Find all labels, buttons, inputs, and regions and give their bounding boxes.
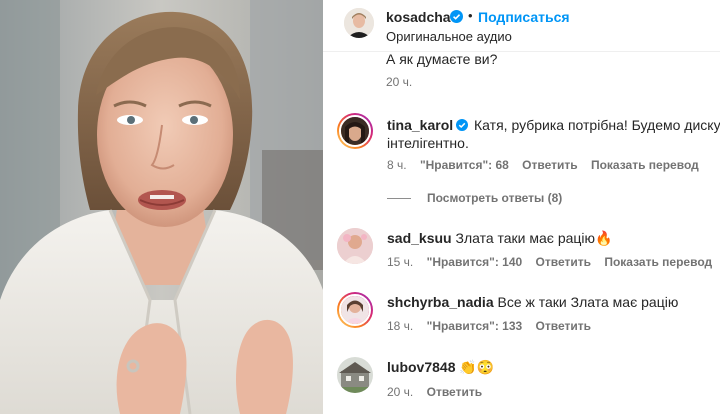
avatar[interactable] [337, 113, 373, 149]
avatar[interactable] [337, 228, 373, 264]
view-replies-button[interactable]: Посмотреть ответы (8) [387, 191, 562, 205]
comment-text: Все ж таки Злата має рацію [497, 294, 679, 310]
comment-time[interactable]: 8 ч. [387, 158, 407, 172]
comment-text: Катя, рубрика потрібна! Будемо дискутува… [474, 117, 720, 133]
comments-list[interactable]: А як думаєте ви? 20 ч. tina_karol Катя, … [323, 0, 720, 414]
comment-username[interactable]: shchyrba_nadia [387, 294, 494, 310]
reply-button[interactable]: Ответить [522, 158, 577, 172]
reply-button[interactable]: Ответить [536, 319, 591, 333]
likes-count[interactable]: "Нравится": 133 [427, 319, 523, 333]
comment-username[interactable]: sad_ksuu [387, 230, 452, 246]
video-frame [0, 0, 323, 414]
comment-time[interactable]: 15 ч. [387, 255, 413, 269]
likes-count[interactable]: "Нравится": 140 [427, 255, 523, 269]
comment-username[interactable]: tina_karol [387, 117, 453, 133]
comment-text-continued: інтелігентно. [387, 135, 469, 151]
avatar[interactable] [337, 292, 373, 328]
reply-button[interactable]: Ответить [427, 385, 482, 399]
author-avatar[interactable] [344, 8, 374, 38]
previous-comment-text: А як думаєте ви? [386, 51, 498, 67]
comment-text: 👏😳 [459, 359, 495, 375]
separator-dot: • [468, 8, 473, 23]
comments-panel: А як думаєте ви? 20 ч. tina_karol Катя, … [323, 0, 720, 414]
translate-button[interactable]: Показать перевод [591, 158, 699, 172]
replies-divider [387, 198, 411, 200]
author-username[interactable]: kosadcha [386, 9, 451, 25]
comment-time[interactable]: 20 ч. [387, 385, 413, 399]
likes-count[interactable]: "Нравится": 68 [420, 158, 509, 172]
original-audio-link[interactable]: Оригинальное аудио [386, 29, 512, 44]
view-replies-label: Посмотреть ответы (8) [427, 191, 563, 205]
follow-button[interactable]: Подписаться [478, 9, 570, 25]
comment-time[interactable]: 18 ч. [387, 319, 413, 333]
comment-text: Злата таки має рацію🔥 [455, 230, 613, 246]
avatar[interactable] [337, 357, 373, 393]
previous-comment-time: 20 ч. [386, 75, 413, 89]
verified-icon [456, 119, 469, 131]
video-player[interactable] [0, 0, 323, 414]
reply-button[interactable]: Ответить [536, 255, 591, 269]
verified-icon [450, 10, 463, 23]
translate-button[interactable]: Показать перевод [604, 255, 712, 269]
post-header: kosadcha • Подписаться Оригинальное ауди… [323, 0, 720, 52]
comment-username[interactable]: lubov7848 [387, 359, 455, 375]
